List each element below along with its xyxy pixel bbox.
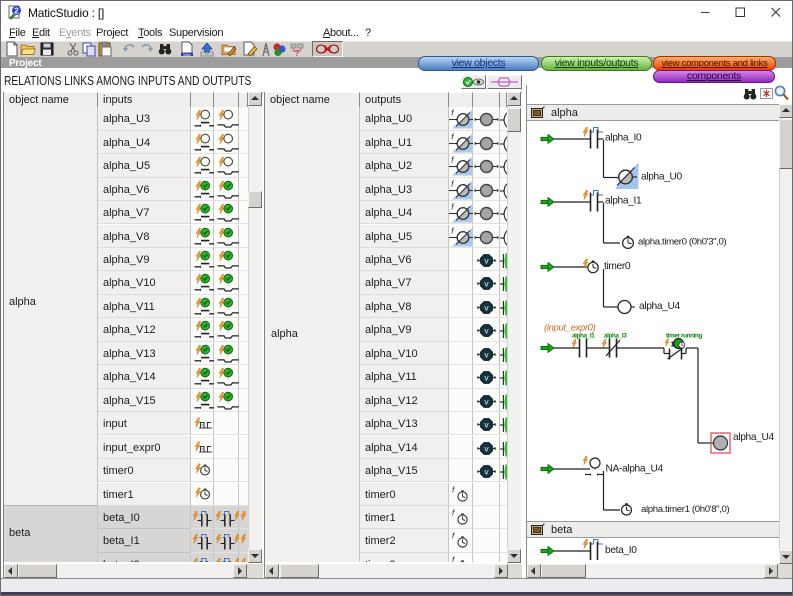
svg-text:alpha_U4: alpha_U4 (733, 432, 774, 443)
svg-text:?: ? (295, 49, 300, 57)
svg-text:alpha_I1: alpha_I1 (605, 196, 642, 207)
svg-text:beta_I0: beta_I0 (605, 545, 637, 556)
svg-text:f: f (451, 179, 454, 188)
svg-text:alpha_I0: alpha_I0 (605, 133, 642, 144)
svg-text:f: f (452, 532, 455, 541)
svg-text:f: f (451, 203, 454, 212)
svg-text:alpha.timer0 (0h0'3",0): alpha.timer0 (0h0'3",0) (638, 237, 727, 248)
svg-text:f: f (451, 226, 454, 235)
svg-text:f: f (451, 109, 454, 118)
svg-text:alpha_U4: alpha_U4 (639, 301, 680, 312)
svg-text:f: f (452, 508, 455, 517)
svg-text:alpha_U0: alpha_U0 (641, 172, 682, 183)
svg-text:f: f (451, 132, 454, 141)
svg-text:timer running: timer running (666, 333, 703, 340)
svg-text:f: f (451, 156, 454, 165)
svg-text:alpha.timer1 (0h0'8",0): alpha.timer1 (0h0'8",0) (641, 504, 730, 515)
svg-text:f: f (452, 485, 455, 494)
svg-text:alpha_I3: alpha_I3 (604, 333, 627, 340)
svg-text:timer0: timer0 (604, 261, 631, 272)
svg-text:alpha_I1: alpha_I1 (572, 333, 595, 340)
svg-text:NA-alpha_U4: NA-alpha_U4 (606, 464, 664, 475)
